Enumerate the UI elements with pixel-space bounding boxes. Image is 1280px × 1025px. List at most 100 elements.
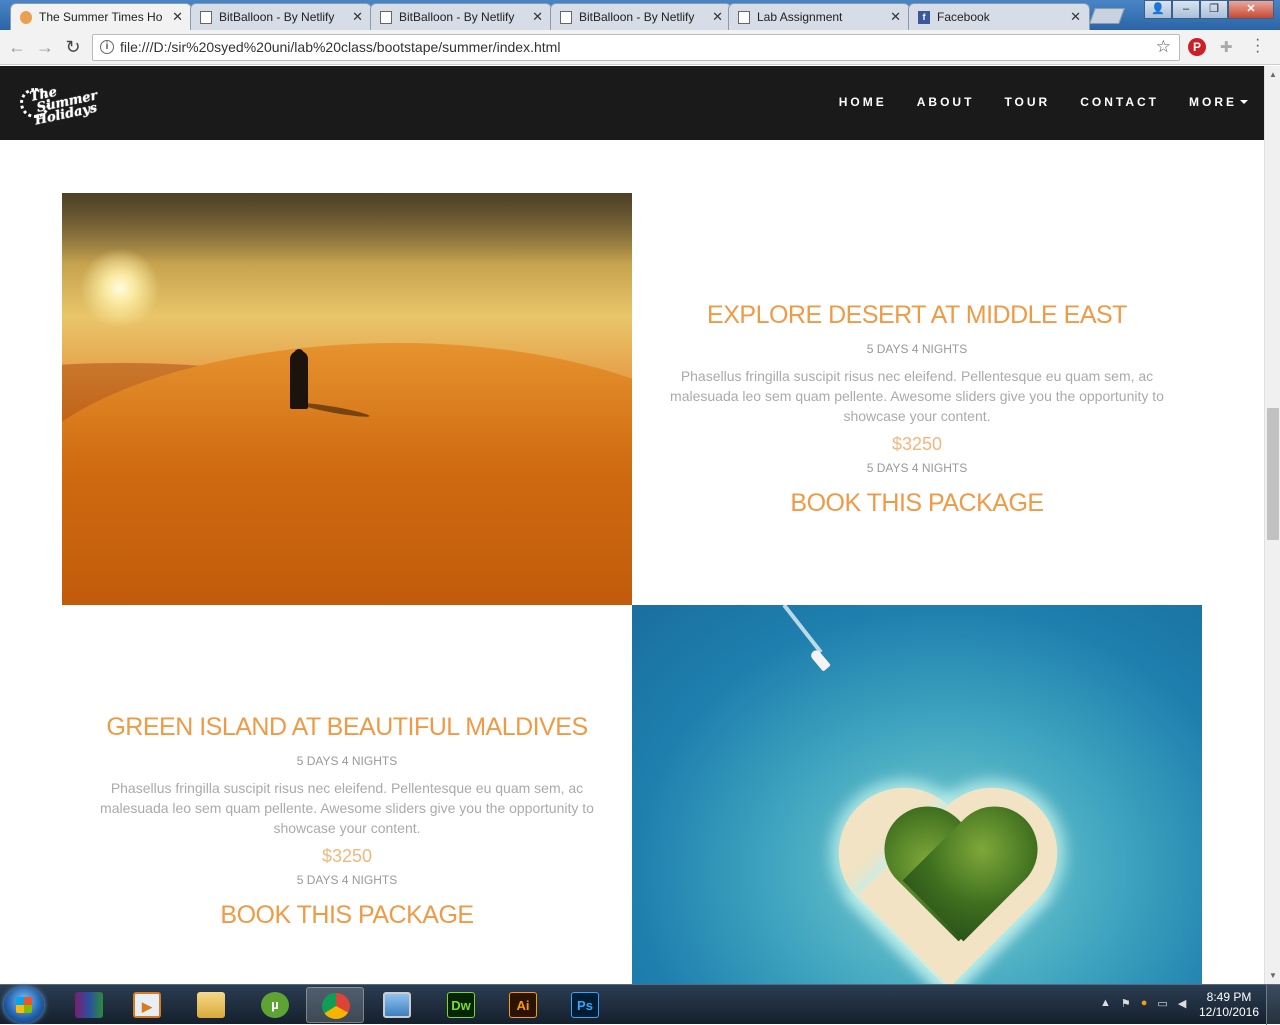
- taskbar-app[interactable]: Ps: [556, 987, 614, 1023]
- network-icon[interactable]: ▭: [1157, 997, 1167, 1010]
- package-duration: 5 DAYS 4 NIGHTS: [296, 873, 398, 887]
- taskbar-clock[interactable]: 8:49 PM 12/10/2016: [1196, 990, 1262, 1020]
- avast-icon[interactable]: ●: [1141, 997, 1148, 1010]
- winrar-icon: [75, 992, 103, 1018]
- facebook-icon: f: [918, 11, 930, 24]
- book-package-link[interactable]: BOOK THIS PACKAGE: [62, 901, 632, 930]
- sun-icon: [20, 11, 32, 24]
- book-package-link[interactable]: BOOK THIS PACKAGE: [632, 489, 1202, 518]
- url-text: file:///D:/sir%20syed%20uni/lab%20class/…: [120, 39, 561, 55]
- nav-contact[interactable]: CONTACT: [1080, 95, 1159, 109]
- tab-title: BitBalloon - By Netlify: [579, 10, 695, 24]
- chrome-icon: [322, 993, 350, 1019]
- browser-menu-icon[interactable]: · · ·: [1255, 32, 1260, 60]
- package-card: GREEN ISLAND AT BEAUTIFUL MALDIVES 5 DAY…: [62, 713, 632, 930]
- bookmark-star-icon[interactable]: ☆: [1156, 37, 1171, 57]
- tab-title: Facebook: [937, 10, 990, 24]
- package-card: EXPLORE DESERT AT MIDDLE EAST 5 DAYS 4 N…: [632, 301, 1202, 518]
- browser-tab[interactable]: BitBalloon - By Netlify ✕: [190, 3, 372, 30]
- browser-toolbar: ← → ↻ i file:///D:/sir%20syed%20uni/lab%…: [0, 30, 1280, 65]
- address-bar[interactable]: i file:///D:/sir%20syed%20uni/lab%20clas…: [92, 34, 1180, 61]
- browser-tab-strip: The Summer Times Ho ✕ BitBalloon - By Ne…: [0, 0, 1280, 31]
- minimize-button[interactable]: –: [1172, 0, 1200, 19]
- close-icon[interactable]: ✕: [532, 9, 543, 25]
- nav-tour[interactable]: TOUR: [1004, 95, 1050, 109]
- clock-time: 8:49 PM: [1206, 990, 1252, 1004]
- taskbar-app[interactable]: ▶: [118, 987, 176, 1023]
- back-button[interactable]: ←: [6, 36, 28, 58]
- close-icon[interactable]: ✕: [890, 9, 901, 25]
- close-icon[interactable]: ✕: [712, 9, 723, 25]
- island-photo: [632, 605, 1202, 984]
- tab-title: BitBalloon - By Netlify: [219, 10, 335, 24]
- package-description: Phasellus fringilla suscipit risus nec e…: [100, 780, 594, 836]
- action-center-flag-icon[interactable]: ⚑: [1121, 997, 1131, 1010]
- info-icon[interactable]: i: [100, 40, 114, 54]
- close-window-button[interactable]: ✕: [1228, 0, 1274, 19]
- close-icon[interactable]: ✕: [172, 9, 183, 25]
- site-logo[interactable]: The Summer Holidays: [20, 83, 100, 131]
- page-scrollbar[interactable]: ▲ ▼: [1264, 66, 1280, 984]
- person-silhouette: [290, 351, 308, 409]
- system-tray: ▲ ⚑ ● ▭ ◀: [1100, 997, 1186, 1010]
- browser-tab[interactable]: f Facebook ✕: [908, 3, 1090, 30]
- volume-icon[interactable]: ◀: [1178, 997, 1186, 1010]
- taskbar-app[interactable]: µ: [246, 987, 304, 1023]
- package-duration: 5 DAYS 4 NIGHTS: [866, 342, 968, 356]
- package-price: $3250: [321, 846, 373, 866]
- package-duration: 5 DAYS 4 NIGHTS: [296, 754, 398, 768]
- sun-glow: [80, 248, 160, 328]
- nav-about[interactable]: ABOUT: [917, 95, 975, 109]
- new-tab-button[interactable]: [1089, 8, 1125, 24]
- dreamweaver-icon: Dw: [447, 992, 475, 1018]
- package-duration: 5 DAYS 4 NIGHTS: [866, 461, 968, 475]
- window-controls: 👤 – ❐ ✕: [1144, 0, 1274, 20]
- tab-title: Lab Assignment: [757, 10, 843, 24]
- taskbar-app[interactable]: [182, 987, 240, 1023]
- start-button[interactable]: [4, 987, 44, 1023]
- scroll-down-icon[interactable]: ▼: [1269, 971, 1277, 980]
- taskbar-app[interactable]: [60, 987, 118, 1023]
- page-icon: [560, 11, 572, 24]
- page-icon: [738, 11, 750, 24]
- show-hidden-icons-icon[interactable]: ▲: [1100, 997, 1111, 1010]
- scrollbar-thumb[interactable]: [1267, 408, 1279, 540]
- utorrent-icon: µ: [261, 992, 289, 1018]
- package-title: GREEN ISLAND AT BEAUTIFUL MALDIVES: [106, 713, 588, 741]
- nav-menu: HOME ABOUT TOUR CONTACT MORE: [839, 95, 1264, 109]
- media-player-icon: ▶: [133, 992, 161, 1018]
- user-icon[interactable]: 👤: [1144, 0, 1172, 19]
- page-icon: [380, 11, 392, 24]
- close-icon[interactable]: ✕: [1070, 9, 1081, 25]
- illustrator-icon: Ai: [509, 992, 537, 1018]
- taskbar-app[interactable]: [368, 987, 426, 1023]
- forward-button[interactable]: →: [34, 36, 56, 58]
- nav-home[interactable]: HOME: [839, 95, 887, 109]
- browser-tab[interactable]: BitBalloon - By Netlify ✕: [370, 3, 552, 30]
- browser-tab[interactable]: Lab Assignment ✕: [728, 3, 910, 30]
- tab-title: The Summer Times Ho: [39, 10, 163, 24]
- browser-tab[interactable]: BitBalloon - By Netlify ✕: [550, 3, 732, 30]
- taskbar-app[interactable]: Ai: [494, 987, 552, 1023]
- reload-button[interactable]: ↻: [62, 36, 84, 58]
- caret-down-icon: [1240, 99, 1248, 104]
- page-icon: [200, 11, 212, 24]
- close-icon[interactable]: ✕: [352, 9, 363, 25]
- nav-more-label: MORE: [1189, 95, 1237, 109]
- photo-viewer-icon: [383, 992, 411, 1018]
- extension-icon[interactable]: ✚: [1220, 38, 1233, 56]
- windows-logo-icon: [16, 997, 32, 1013]
- show-desktop-button[interactable]: [1266, 985, 1280, 1025]
- file-explorer-icon: [197, 992, 225, 1018]
- maximize-button[interactable]: ❐: [1200, 0, 1228, 19]
- taskbar-app[interactable]: [306, 987, 364, 1023]
- pinterest-icon[interactable]: P: [1188, 38, 1206, 56]
- desert-photo: [62, 193, 632, 605]
- boat: [809, 648, 831, 672]
- nav-more-dropdown[interactable]: MORE: [1189, 95, 1248, 109]
- taskbar-app[interactable]: Dw: [432, 987, 490, 1023]
- logo-text: The Summer Holidays: [28, 84, 99, 129]
- browser-tab[interactable]: The Summer Times Ho ✕: [10, 3, 192, 31]
- photoshop-icon: Ps: [571, 992, 599, 1018]
- scroll-up-icon[interactable]: ▲: [1269, 70, 1277, 79]
